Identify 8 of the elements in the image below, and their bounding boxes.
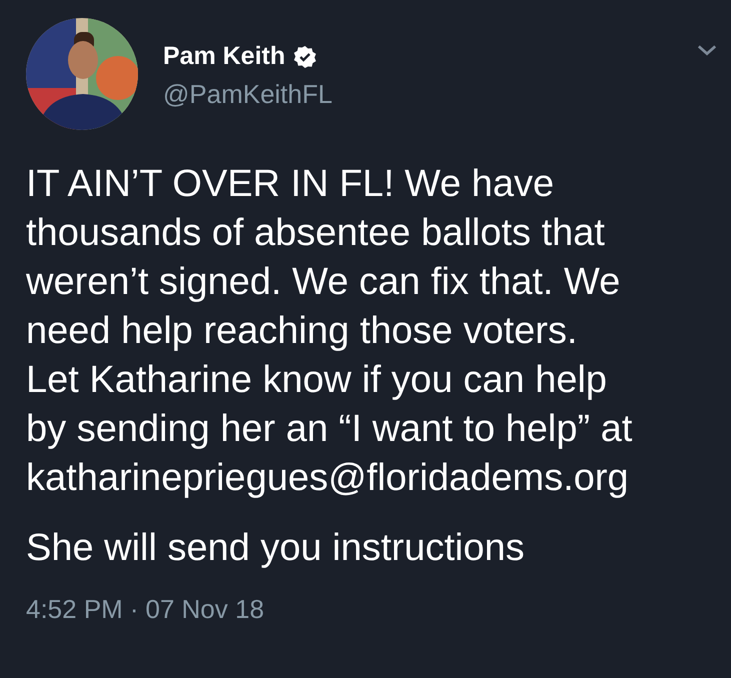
tweet-text: She will send you instructions <box>26 526 526 571</box>
separator-dot: · <box>130 594 138 625</box>
caret-icon[interactable] <box>697 44 717 56</box>
tweet-text: IT AIN’T OVER IN FL! We have thousands of absentee ballots that weren’t signed. We can fix that. We need help reaching those voters. Let Katharine know if you can help by sending her an “I want to help” at katharinepriegues@floridadems.org <box>26 162 634 501</box>
user-handle[interactable]: @PamKeithFL <box>163 79 697 110</box>
tweet-time[interactable]: 4:52 PM <box>26 594 123 625</box>
tweet-date[interactable]: 07 Nov 18 <box>146 594 264 625</box>
user-name[interactable]: Pam Keith <box>163 42 286 71</box>
